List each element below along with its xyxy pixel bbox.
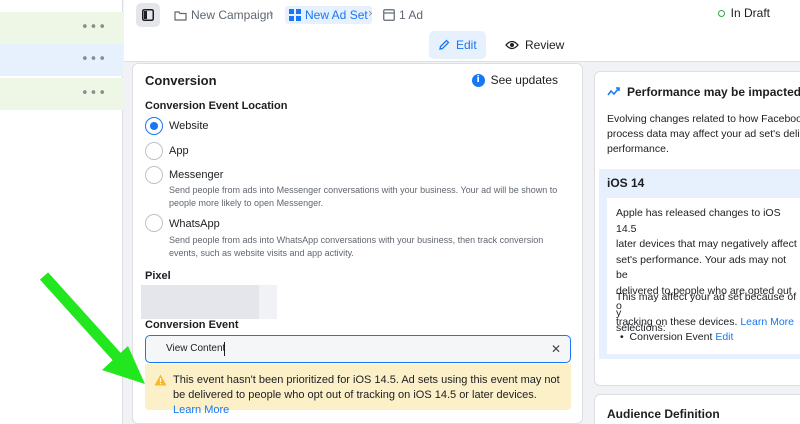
more-options-icon[interactable]: ••• xyxy=(81,20,107,35)
more-options-icon[interactable]: ••• xyxy=(81,52,107,67)
chevron-right-icon: › xyxy=(269,6,274,20)
adset-row[interactable]: ••• xyxy=(0,44,123,76)
sidebar-toggle-icon xyxy=(142,9,154,21)
edit-button[interactable]: Edit xyxy=(429,31,486,59)
radio-messenger-label: Messenger xyxy=(169,169,224,181)
draft-status: In Draft xyxy=(717,6,770,20)
affected-selection-label: Conversion Event xyxy=(629,331,713,343)
audience-title: Audience Definition xyxy=(607,407,720,421)
ios14-line: later devices that may negatively affect xyxy=(616,238,797,250)
info-icon: i xyxy=(471,73,485,87)
ios14-title: iOS 14 xyxy=(607,176,645,190)
warning-message: This event hasn't been prioritized for i… xyxy=(173,374,560,401)
whatsapp-description: Send people from ads into WhatsApp conve… xyxy=(169,234,569,260)
grid-icon xyxy=(289,9,301,21)
performance-title-text: Performance may be impacted xyxy=(627,85,800,99)
breadcrumb-campaign-label: New Campaign xyxy=(191,8,274,22)
status-label: In Draft xyxy=(730,6,770,20)
left-campaign-list: ••• ••• ••• xyxy=(0,0,123,424)
breadcrumb-adset-label: New Ad Set xyxy=(305,8,368,22)
top-bar: New Campaign › New Ad Set › 1 Ad In Draf… xyxy=(124,0,800,30)
see-updates-link[interactable]: i See updates xyxy=(471,73,558,87)
breadcrumb-adset[interactable]: New Ad Set xyxy=(285,6,372,24)
mode-bar: Edit Review xyxy=(124,30,800,62)
location-label: Conversion Event Location xyxy=(145,100,288,112)
conversion-event-value: View Content xyxy=(166,343,226,354)
whatsapp-desc-line1: Send people from ads into WhatsApp conve… xyxy=(169,235,544,245)
edit-label: Edit xyxy=(456,38,477,52)
affected-selection-item: • Conversion Event Edit xyxy=(620,331,733,343)
folder-icon xyxy=(174,10,187,21)
conversion-event-input[interactable]: View Content ✕ xyxy=(145,335,571,363)
eye-icon xyxy=(505,40,519,50)
review-button[interactable]: Review xyxy=(497,31,572,59)
affect-paragraph: This may affect your ad set because of y… xyxy=(616,290,800,337)
performance-title: Performance may be impacted xyxy=(607,85,800,99)
performance-description: Evolving changes related to how Faceboo … xyxy=(607,112,800,157)
review-label: Review xyxy=(525,38,565,52)
radio-messenger[interactable] xyxy=(145,166,163,184)
warning-learn-more-link[interactable]: Learn More xyxy=(173,404,229,416)
pixel-selector-redacted[interactable] xyxy=(141,285,277,319)
performance-line: Evolving changes related to how Faceboo xyxy=(607,113,800,125)
more-options-icon[interactable]: ••• xyxy=(81,86,107,101)
bullet-icon: • xyxy=(620,331,624,343)
messenger-description: Send people from ads into Messenger conv… xyxy=(169,184,569,210)
radio-whatsapp[interactable] xyxy=(145,214,163,232)
conversion-title: Conversion xyxy=(145,73,217,88)
messenger-desc-line1: Send people from ads into Messenger conv… xyxy=(169,185,558,195)
ios-warning-banner: This event hasn't been prioritized for i… xyxy=(145,364,571,416)
chevron-right-icon: › xyxy=(368,6,373,20)
toggle-panel-button[interactable] xyxy=(136,3,160,27)
breadcrumb-ad[interactable]: 1 Ad xyxy=(383,6,423,24)
pencil-icon xyxy=(439,39,450,50)
warning-icon xyxy=(154,374,167,386)
clear-icon[interactable]: ✕ xyxy=(551,342,561,356)
warning-text: This event hasn't been prioritized for i… xyxy=(173,373,565,418)
ad-row[interactable]: ••• xyxy=(0,78,123,110)
campaign-row[interactable]: ••• xyxy=(0,12,123,44)
pixel-label: Pixel xyxy=(145,270,171,282)
breadcrumb-ad-label: 1 Ad xyxy=(399,8,424,22)
status-dot-icon xyxy=(717,9,725,17)
see-updates-label: See updates xyxy=(490,73,558,87)
conversion-event-label: Conversion Event xyxy=(145,319,239,331)
performance-line: process data may affect your ad set's de… xyxy=(607,128,800,140)
radio-website[interactable] xyxy=(145,117,163,135)
ios14-line: set's performance. Your ads may not be xyxy=(616,253,787,282)
trend-icon xyxy=(607,87,620,96)
audience-card: Audience Definition xyxy=(594,394,800,424)
messenger-desc-line2: people more likely to open Messenger. xyxy=(169,198,324,208)
radio-app-label: App xyxy=(169,145,189,157)
text-caret xyxy=(224,342,225,356)
radio-website-label: Website xyxy=(169,120,209,132)
ad-icon xyxy=(383,9,395,21)
ios14-line: Apple has released changes to iOS 14.5 xyxy=(616,207,781,235)
affect-line: This may affect your ad set because of y xyxy=(616,291,797,319)
performance-line: performance. xyxy=(607,143,669,155)
radio-whatsapp-label: WhatsApp xyxy=(169,218,220,230)
breadcrumb-campaign[interactable]: New Campaign xyxy=(174,6,273,24)
edit-conversion-event-link[interactable]: Edit xyxy=(715,331,733,343)
conversion-card: Conversion i See updates Conversion Even… xyxy=(132,63,583,424)
radio-app[interactable] xyxy=(145,142,163,160)
whatsapp-desc-line2: events, such as website visits and app a… xyxy=(169,248,354,258)
